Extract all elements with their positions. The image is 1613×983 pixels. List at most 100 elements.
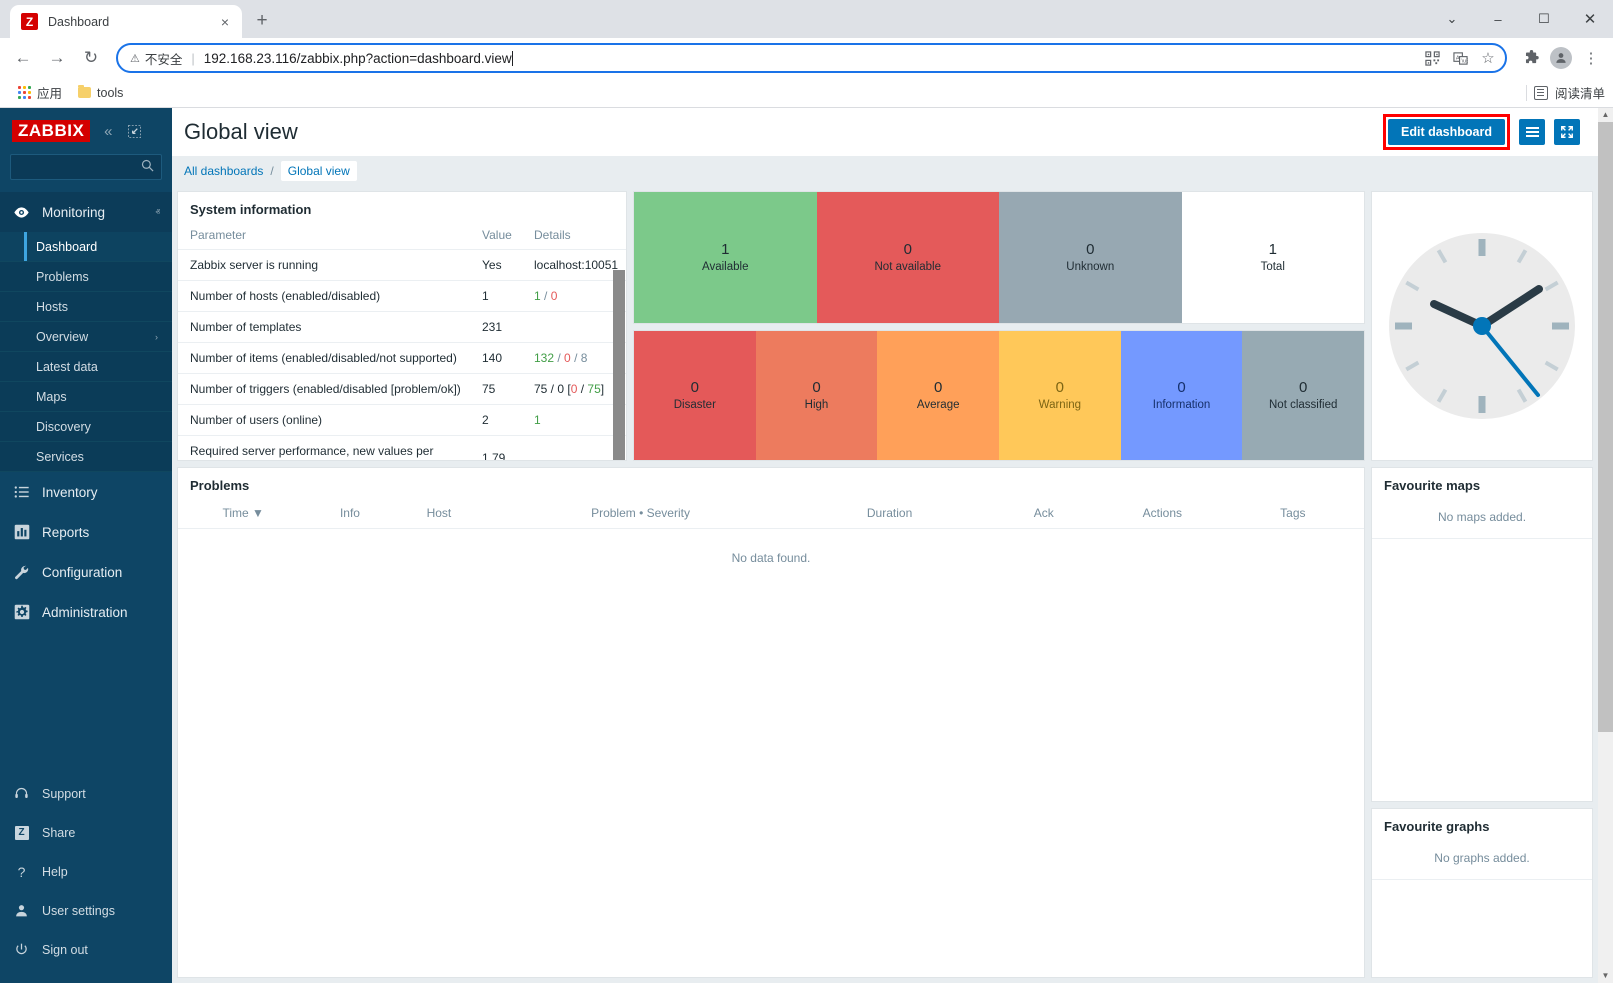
host-availability-cell-unknown[interactable]: 0 Unknown [999, 192, 1182, 323]
sidebar-group-reports[interactable]: Reports ⱟ [0, 512, 172, 552]
scroll-up-arrow-icon[interactable]: ▲ [1602, 108, 1610, 122]
zabbix-logo[interactable]: ZABBIX [12, 120, 90, 142]
col-header-time[interactable]: Time ▼ [178, 500, 308, 529]
translate-icon[interactable]: A\u6587 [1447, 45, 1473, 71]
minimize-button[interactable]: – [1475, 3, 1521, 35]
severity-cell-information[interactable]: 0 Information [1121, 331, 1243, 460]
widget-scrollbar[interactable] [613, 262, 625, 456]
severity-cell-not-classified[interactable]: 0 Not classified [1242, 331, 1364, 460]
severity-cell-warning[interactable]: 0 Warning [999, 331, 1121, 460]
widget-scrollbar-thumb[interactable] [613, 270, 625, 460]
page-viewport: ZABBIX « [0, 108, 1613, 983]
widget-favourite-maps: Favourite maps No maps added. [1371, 467, 1593, 802]
browser-tab[interactable]: Z Dashboard × [10, 5, 242, 38]
count: 1 [1269, 240, 1277, 260]
sidebar-hide-icon[interactable] [126, 123, 142, 139]
sidebar-search[interactable] [10, 154, 162, 180]
profile-avatar-icon[interactable] [1547, 44, 1575, 72]
favourite-graphs-empty: No graphs added. [1372, 841, 1592, 880]
kiosk-mode-button[interactable] [1554, 119, 1580, 145]
count: 0 [1177, 378, 1185, 398]
avatar [1550, 47, 1572, 69]
forward-button[interactable]: → [42, 43, 72, 73]
sidebar-group-configuration[interactable]: Configuration ⱟ [0, 552, 172, 592]
widget-problems: Problems Time ▼ Info Host Problem • Seve… [177, 467, 1365, 978]
host-availability-cell-not-available[interactable]: 0 Not available [817, 192, 1000, 323]
close-window-button[interactable]: ✕ [1567, 3, 1613, 35]
bookmark-apps[interactable]: 应用 [10, 80, 70, 105]
tab-search-dropdown-icon[interactable]: ⌄ [1429, 3, 1475, 35]
sidebar-item-maps[interactable]: Maps [0, 382, 172, 412]
sidebar-item-share[interactable]: Z Share [0, 813, 172, 852]
sidebar-item-latest-data[interactable]: Latest data [0, 352, 172, 382]
sidebar-item-user-settings[interactable]: User settings ⱟ [0, 891, 172, 930]
bookmark-star-icon[interactable]: ☆ [1475, 45, 1501, 71]
edit-dashboard-button[interactable]: Edit dashboard [1388, 119, 1505, 145]
page-scrollbar[interactable]: ▲ ▼ [1598, 108, 1613, 983]
search-icon[interactable] [141, 159, 154, 175]
reading-list-icon[interactable] [1534, 86, 1548, 100]
scroll-down-arrow-icon[interactable]: ▼ [1602, 969, 1610, 983]
search-input[interactable] [18, 160, 141, 174]
new-tab-button[interactable]: + [248, 7, 276, 35]
detail-part: ] [601, 382, 604, 396]
extensions-puzzle-icon[interactable] [1517, 44, 1545, 72]
detail-part: 0 [551, 289, 558, 303]
sidebar-item-label: Dashboard [36, 240, 97, 254]
sidebar-item-problems[interactable]: Problems [0, 262, 172, 292]
cell-parameter: Number of hosts (enabled/disabled) [178, 281, 478, 312]
browser-menu-icon[interactable]: ⋮ [1577, 44, 1605, 72]
host-availability-cell-total[interactable]: 1 Total [1182, 192, 1365, 323]
bar-chart-icon [12, 524, 31, 540]
sidebar-group-monitoring[interactable]: Monitoring ⱏ [0, 192, 172, 232]
count: 0 [812, 378, 820, 398]
widget-problems-by-severity: 0 Disaster 0 High 0 Average [633, 330, 1365, 461]
reload-button[interactable]: ↻ [76, 43, 106, 73]
dashboard-menu-button[interactable] [1519, 119, 1545, 145]
count: 0 [904, 240, 912, 260]
apps-grid-icon [18, 86, 31, 99]
sidebar-item-label: Support [42, 787, 86, 801]
clock-center [1473, 317, 1491, 335]
breadcrumb-current[interactable]: Global view [281, 161, 357, 181]
severity-cell-high[interactable]: 0 High [756, 331, 878, 460]
sidebar-item-services[interactable]: Services [0, 442, 172, 472]
detail-part: / [577, 382, 587, 396]
address-bar[interactable]: ⚠ 不安全 | 192.168.23.116/zabbix.php?action… [116, 43, 1507, 73]
maximize-button[interactable]: ☐ [1521, 3, 1567, 35]
cell-details [530, 312, 626, 343]
divider [1526, 85, 1527, 101]
sidebar-item-hosts[interactable]: Hosts [0, 292, 172, 322]
sidebar-group-inventory[interactable]: Inventory ⱟ [0, 472, 172, 512]
col-header-problem-severity[interactable]: Problem • Severity [486, 500, 794, 529]
sidebar-item-help[interactable]: ? Help [0, 852, 172, 891]
sidebar-group-administration[interactable]: Administration ⱟ [0, 592, 172, 632]
col-header-ack: Ack [984, 500, 1103, 529]
scrollbar-thumb[interactable] [1598, 122, 1613, 732]
back-button[interactable]: ← [8, 43, 38, 73]
sidebar-item-sign-out[interactable]: Sign out [0, 930, 172, 969]
sidebar-item-label: Help [42, 865, 68, 879]
severity-cell-disaster[interactable]: 0 Disaster [634, 331, 756, 460]
url-text[interactable]: 192.168.23.116/zabbix.php?action=dashboa… [204, 51, 1419, 66]
cell-parameter: Number of users (online) [178, 405, 478, 436]
severity-cell-average[interactable]: 0 Average [877, 331, 999, 460]
sidebar-item-dashboard[interactable]: Dashboard [0, 232, 172, 262]
security-indicator[interactable]: ⚠ 不安全 [130, 49, 182, 68]
tab-close-icon[interactable]: × [216, 13, 234, 31]
qr-code-icon[interactable] [1419, 45, 1445, 71]
window-controls: ⌄ – ☐ ✕ [1429, 0, 1613, 38]
reading-list-label[interactable]: 阅读清单 [1555, 83, 1605, 102]
scrollbar-track[interactable] [1598, 122, 1613, 969]
breadcrumb-all-dashboards[interactable]: All dashboards [184, 164, 263, 178]
sidebar-item-overview[interactable]: Overview› [0, 322, 172, 352]
sidebar-collapse-icon[interactable]: « [100, 123, 116, 139]
warning-icon: ⚠ [130, 52, 140, 65]
sidebar-item-discovery[interactable]: Discovery [0, 412, 172, 442]
cell-details: 132 / 0 / 8 [530, 343, 626, 374]
sidebar-item-support[interactable]: Support [0, 774, 172, 813]
bookmark-tools[interactable]: tools [70, 83, 131, 103]
col-header-host[interactable]: Host [391, 500, 486, 529]
label: Information [1153, 398, 1211, 414]
host-availability-cell-available[interactable]: 1 Available [634, 192, 817, 323]
